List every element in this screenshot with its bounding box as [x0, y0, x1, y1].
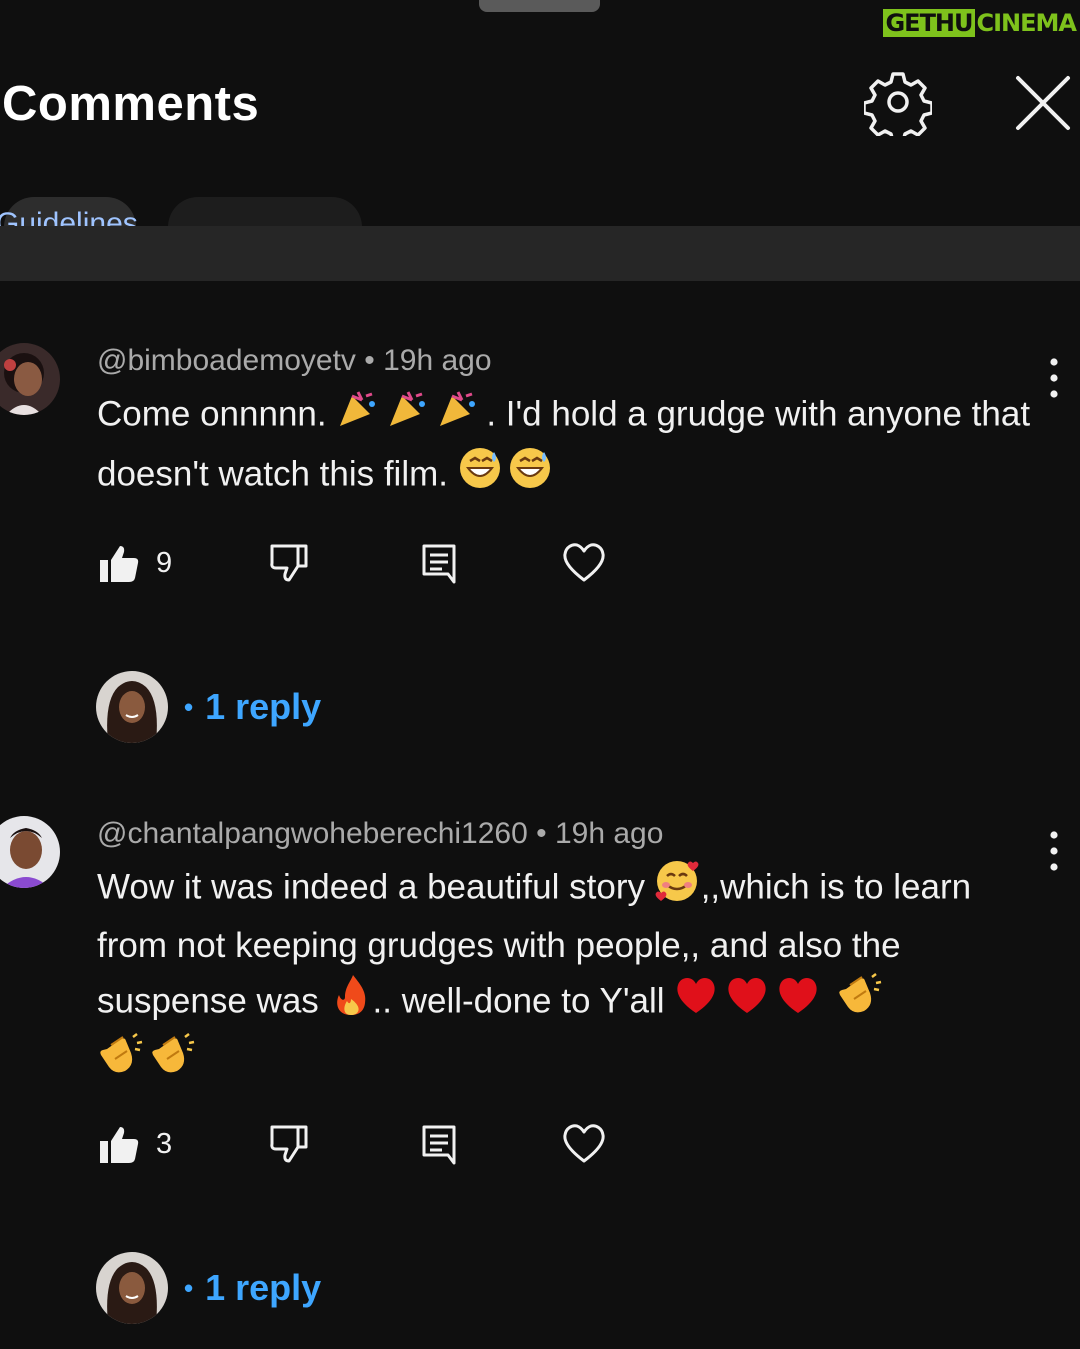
gear-icon: [862, 72, 934, 144]
like-button[interactable]: 3: [98, 1119, 172, 1169]
close-button[interactable]: [1010, 70, 1076, 136]
watermark: GETHU CINEMA: [883, 8, 1077, 38]
heart-icon: [563, 543, 605, 582]
replies-count[interactable]: 1 reply: [205, 686, 321, 728]
avatar-image: [0, 343, 60, 415]
smiling-face-hearts-emoji: [655, 859, 701, 919]
red-heart-emoji: [674, 973, 826, 1033]
thumbs-down-icon: [270, 1125, 308, 1163]
fire-emoji: [329, 973, 373, 1033]
like-count: 9: [156, 546, 173, 579]
comment-time: 19h ago: [383, 344, 492, 377]
comment-text-part-1: Wow it was indeed a beautiful story: [97, 867, 655, 907]
reply-button[interactable]: [418, 1119, 460, 1169]
reply-dot: •: [184, 1272, 194, 1303]
comment-text-part-1: Come onnnnn.: [97, 394, 337, 434]
heart-button[interactable]: [562, 1119, 606, 1169]
reply-avatar: [96, 1252, 168, 1324]
comment-author[interactable]: @bimboademoyetv: [97, 344, 356, 377]
like-count: 3: [156, 1127, 173, 1160]
comment-text: Wow it was indeed a beautiful story ,,wh…: [97, 859, 1047, 1093]
meta-separator: •: [527, 817, 555, 850]
drag-handle[interactable]: [479, 0, 600, 12]
guidelines-link[interactable]: Guidelines: [0, 207, 138, 227]
comment-time: 19h ago: [554, 817, 664, 850]
reply-avatar: [96, 671, 168, 743]
comment-text: Come onnnnn. . I'd hold a grudge with an…: [97, 386, 1047, 506]
close-icon: [1016, 76, 1070, 130]
chip-newest[interactable]: [168, 197, 362, 227]
page-title: Comments: [2, 77, 260, 131]
watermark-part-a: GETHU: [883, 9, 975, 37]
guidelines-banner: [0, 226, 1080, 281]
comment-meta: @chantalpangwoheberechi1260 • 19h ago: [97, 817, 663, 851]
comment-actions: 3: [96, 1119, 656, 1169]
comments-panel: GETHU CINEMA Comments Guidelines @bimboa…: [0, 0, 1080, 1349]
party-popper-emoji: [336, 386, 486, 446]
thumbs-down-icon: [270, 544, 308, 582]
filter-chips: Guidelines: [0, 195, 1080, 227]
view-replies-button[interactable]: • 1 reply: [96, 1251, 321, 1325]
meta-separator: •: [355, 344, 384, 377]
avatar[interactable]: [0, 343, 60, 415]
dislike-button[interactable]: [268, 1119, 310, 1169]
settings-button[interactable]: [862, 68, 934, 144]
clapping-hands-emoji-row2: [97, 1033, 197, 1093]
comment-text-part-3: .. well-done to Y'all: [372, 981, 675, 1021]
avatar[interactable]: [0, 816, 60, 888]
reply-dot: •: [184, 691, 194, 722]
like-button[interactable]: 9: [98, 538, 172, 588]
clapping-hands-emoji: [836, 973, 882, 1033]
watermark-part-b: CINEMA: [976, 9, 1077, 37]
grinning-sweat-emoji: [458, 446, 554, 506]
dislike-button[interactable]: [268, 538, 310, 588]
heart-icon: [563, 1124, 605, 1163]
reply-icon: [422, 1125, 456, 1165]
heart-button[interactable]: [562, 538, 606, 588]
comment-meta: @bimboademoyetv • 19h ago: [97, 344, 492, 378]
reply-icon: [422, 544, 456, 584]
comment-actions: 9: [96, 538, 656, 588]
reply-button[interactable]: [418, 538, 460, 588]
replies-count[interactable]: 1 reply: [205, 1267, 321, 1309]
thumbs-up-icon: [100, 546, 139, 582]
view-replies-button[interactable]: • 1 reply: [96, 670, 321, 744]
comment-author[interactable]: @chantalpangwoheberechi1260: [97, 817, 528, 850]
thumbs-up-icon: [100, 1127, 139, 1163]
avatar-image: [0, 816, 60, 888]
